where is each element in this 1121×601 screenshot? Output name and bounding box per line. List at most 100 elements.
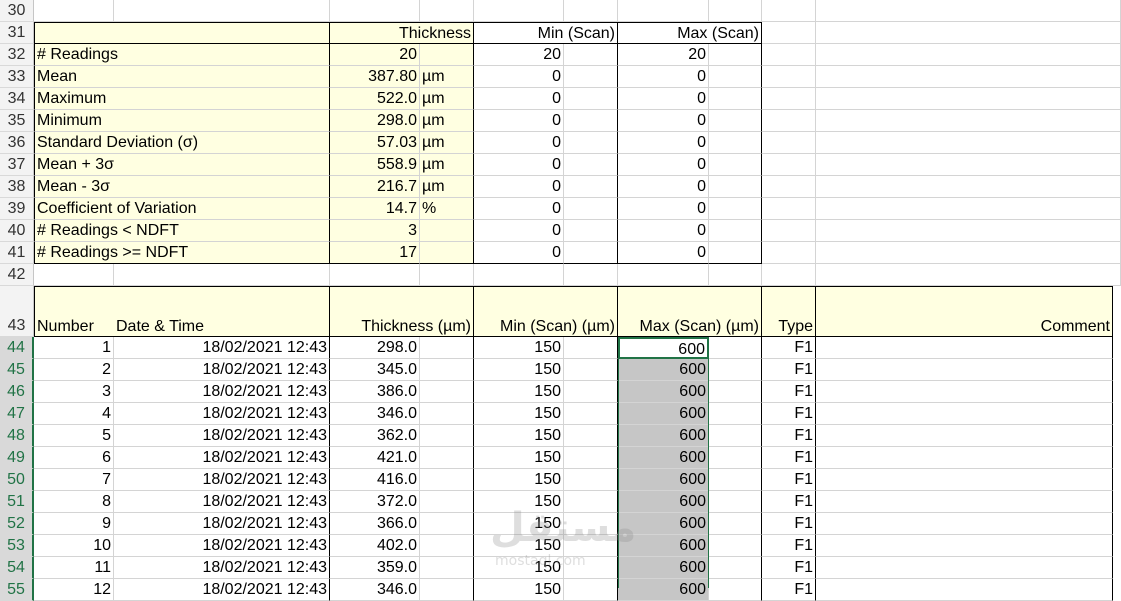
reading-date-time[interactable]: 18/02/2021 12:43	[114, 557, 330, 579]
cell[interactable]	[564, 359, 618, 381]
header-min-scan[interactable]: Min (Scan) (µm)	[474, 286, 618, 337]
row-header[interactable]: 45	[0, 359, 34, 381]
cell[interactable]	[564, 513, 618, 535]
reading-max-scan[interactable]: 600	[618, 381, 709, 403]
cell[interactable]	[709, 425, 762, 447]
reading-type[interactable]: F1	[762, 403, 816, 425]
reading-date-time[interactable]: 18/02/2021 12:43	[114, 579, 330, 601]
cell[interactable]	[762, 88, 816, 110]
cell[interactable]	[564, 154, 618, 176]
reading-date-time[interactable]: 18/02/2021 12:43	[114, 425, 330, 447]
cell[interactable]	[114, 264, 330, 286]
summary-unit[interactable]	[420, 220, 474, 242]
row-header[interactable]: 46	[0, 381, 34, 403]
row-header[interactable]: 34	[0, 88, 34, 110]
summary-min-value[interactable]: 0	[474, 198, 564, 220]
reading-number[interactable]: 7	[34, 469, 114, 491]
reading-number[interactable]: 3	[34, 381, 114, 403]
cell[interactable]	[564, 44, 618, 66]
reading-date-time[interactable]: 18/02/2021 12:43	[114, 447, 330, 469]
reading-date-time[interactable]: 18/02/2021 12:43	[114, 337, 330, 359]
header-type[interactable]: Type	[762, 286, 816, 337]
cell[interactable]	[420, 359, 474, 381]
summary-thickness-value[interactable]: 17	[330, 242, 420, 264]
reading-min-scan[interactable]: 150	[474, 491, 564, 513]
summary-min-value[interactable]: 0	[474, 176, 564, 198]
row-header[interactable]: 50	[0, 469, 34, 491]
reading-thickness[interactable]: 402.0	[330, 535, 420, 557]
cell[interactable]	[564, 425, 618, 447]
summary-thickness-value[interactable]: 298.0	[330, 110, 420, 132]
reading-min-scan[interactable]: 150	[474, 359, 564, 381]
cell[interactable]	[114, 0, 330, 22]
reading-max-scan[interactable]: 600	[618, 447, 709, 469]
reading-type[interactable]: F1	[762, 557, 816, 579]
cell[interactable]	[564, 403, 618, 425]
summary-max-value[interactable]: 0	[618, 220, 709, 242]
header-thickness[interactable]: Thickness (µm)	[330, 286, 474, 337]
cell[interactable]	[816, 264, 1121, 286]
cell[interactable]	[330, 0, 420, 22]
reading-type[interactable]: F1	[762, 579, 816, 601]
cell[interactable]	[709, 0, 762, 22]
cell[interactable]	[564, 220, 618, 242]
summary-thickness-value[interactable]: 3	[330, 220, 420, 242]
cell[interactable]	[762, 132, 816, 154]
header-comment[interactable]: Comment	[816, 286, 1113, 337]
cell[interactable]	[564, 88, 618, 110]
cell[interactable]	[816, 176, 1121, 198]
reading-comment[interactable]	[816, 403, 1113, 425]
row-header[interactable]: 52	[0, 513, 34, 535]
summary-max-value[interactable]: 20	[618, 44, 709, 66]
row-header[interactable]: 43	[0, 286, 34, 337]
row-header[interactable]: 37	[0, 154, 34, 176]
summary-thickness-value[interactable]: 387.80	[330, 66, 420, 88]
reading-max-scan[interactable]: 600	[618, 579, 709, 601]
cell[interactable]	[474, 0, 564, 22]
cell[interactable]	[420, 469, 474, 491]
cell[interactable]	[564, 381, 618, 403]
cell[interactable]	[420, 535, 474, 557]
reading-thickness[interactable]: 346.0	[330, 403, 420, 425]
reading-min-scan[interactable]: 150	[474, 513, 564, 535]
reading-comment[interactable]	[816, 381, 1113, 403]
cell[interactable]	[564, 0, 618, 22]
reading-thickness[interactable]: 346.0	[330, 579, 420, 601]
cell[interactable]	[564, 579, 618, 601]
reading-number[interactable]: 1	[34, 337, 114, 359]
reading-thickness[interactable]: 416.0	[330, 469, 420, 491]
cell[interactable]	[709, 535, 762, 557]
summary-label[interactable]: # Readings < NDFT	[34, 220, 330, 242]
summary-header-blank[interactable]	[114, 22, 330, 44]
reading-comment[interactable]	[816, 359, 1113, 381]
summary-unit[interactable]: µm	[420, 110, 474, 132]
reading-number[interactable]: 4	[34, 403, 114, 425]
reading-comment[interactable]	[816, 425, 1113, 447]
summary-unit[interactable]: µm	[420, 154, 474, 176]
cell[interactable]	[564, 557, 618, 579]
reading-type[interactable]: F1	[762, 337, 816, 359]
cell[interactable]	[816, 154, 1121, 176]
summary-min-value[interactable]: 20	[474, 44, 564, 66]
summary-label[interactable]: Coefficient of Variation	[34, 198, 330, 220]
reading-type[interactable]: F1	[762, 513, 816, 535]
reading-min-scan[interactable]: 150	[474, 337, 564, 359]
cell[interactable]	[420, 447, 474, 469]
cell[interactable]	[762, 176, 816, 198]
summary-min-value[interactable]: 0	[474, 110, 564, 132]
reading-date-time[interactable]: 18/02/2021 12:43	[114, 491, 330, 513]
summary-label[interactable]: Mean - 3σ	[34, 176, 330, 198]
cell[interactable]	[564, 198, 618, 220]
cell[interactable]	[709, 264, 762, 286]
summary-thickness-value[interactable]: 558.9	[330, 154, 420, 176]
header-number[interactable]: Number	[34, 286, 114, 337]
summary-min-value[interactable]: 0	[474, 132, 564, 154]
cell[interactable]	[564, 447, 618, 469]
row-header[interactable]: 35	[0, 110, 34, 132]
cell[interactable]	[816, 110, 1121, 132]
summary-thickness-value[interactable]: 20	[330, 44, 420, 66]
header-date-time[interactable]: Date & Time	[114, 286, 330, 337]
summary-label[interactable]: Mean	[34, 66, 330, 88]
cell[interactable]	[709, 242, 762, 264]
reading-comment[interactable]	[816, 447, 1113, 469]
